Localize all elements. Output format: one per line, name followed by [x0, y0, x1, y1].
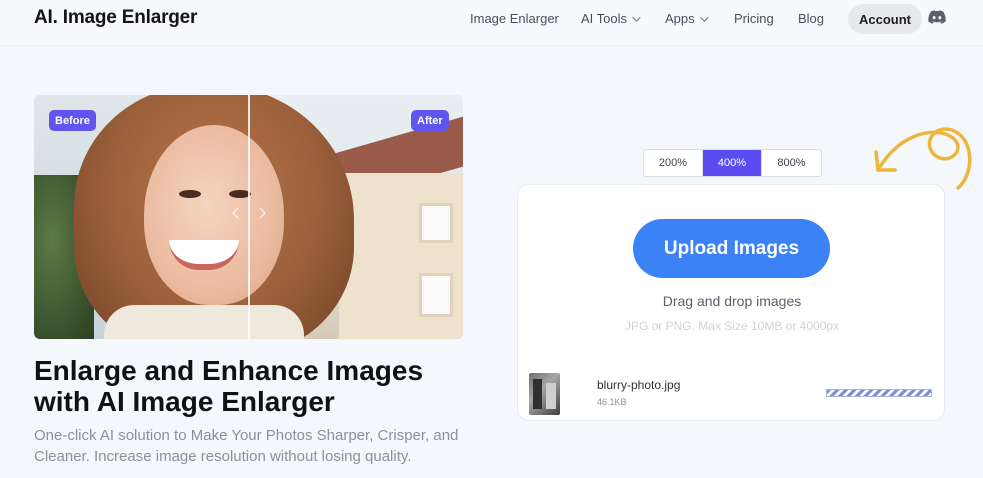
logo[interactable]: AI. Image Enlarger [34, 7, 197, 29]
chevron-down-icon [699, 12, 709, 22]
nav-apps[interactable]: Apps [665, 11, 709, 26]
comparison-slider-handle[interactable] [248, 95, 250, 339]
discord-icon[interactable] [928, 10, 946, 24]
chevron-down-icon [632, 12, 641, 22]
nav-blog-label: Blog [798, 11, 825, 26]
nav-ai-tools-label: AI Tools [581, 11, 628, 26]
eye [179, 190, 201, 198]
account-button[interactable]: Account [848, 4, 922, 34]
nav-pricing[interactable]: Pricing [734, 11, 774, 26]
upload-progress-bar [826, 389, 932, 397]
nav-pricing-label: Pricing [734, 11, 774, 26]
before-tag: Before [49, 110, 96, 131]
nav-blog[interactable]: Blog [798, 11, 824, 26]
upload-images-button[interactable]: Upload Images [633, 219, 830, 278]
nav-apps-label: Apps [665, 11, 695, 26]
nav-ai-tools[interactable]: AI Tools [581, 11, 641, 26]
scale-option-400[interactable]: 400% [703, 150, 762, 176]
page-title: Enlarge and Enhance Images with AI Image… [34, 355, 424, 417]
upload-card[interactable]: Upload Images Drag and drop images JPG o… [517, 184, 945, 421]
top-nav: AI. Image Enlarger Image Enlarger AI Too… [0, 0, 983, 46]
file-thumbnail [529, 373, 560, 415]
file-size: 46.1KB [597, 397, 627, 407]
file-name: blurry-photo.jpg [597, 378, 681, 392]
house-window [419, 273, 453, 317]
scale-option-800[interactable]: 800% [762, 150, 821, 176]
file-list-item: blurry-photo.jpg 46.1KB [529, 373, 935, 415]
drag-drop-text: Drag and drop images [662, 293, 802, 309]
shirt [104, 305, 304, 339]
nav-image-enlarger-label: Image Enlarger [470, 11, 559, 26]
house-window [419, 203, 453, 243]
after-tag: After [411, 110, 449, 131]
scale-selector: 200% 400% 800% [643, 149, 822, 177]
upload-hint: JPG or PNG. Max Size 10MB or 4000px [624, 319, 840, 333]
before-after-image[interactable]: Before After [34, 95, 463, 339]
nav-image-enlarger[interactable]: Image Enlarger [470, 11, 559, 26]
page-subtitle: One-click AI solution to Make Your Photo… [34, 427, 459, 465]
scale-option-200[interactable]: 200% [644, 150, 703, 176]
